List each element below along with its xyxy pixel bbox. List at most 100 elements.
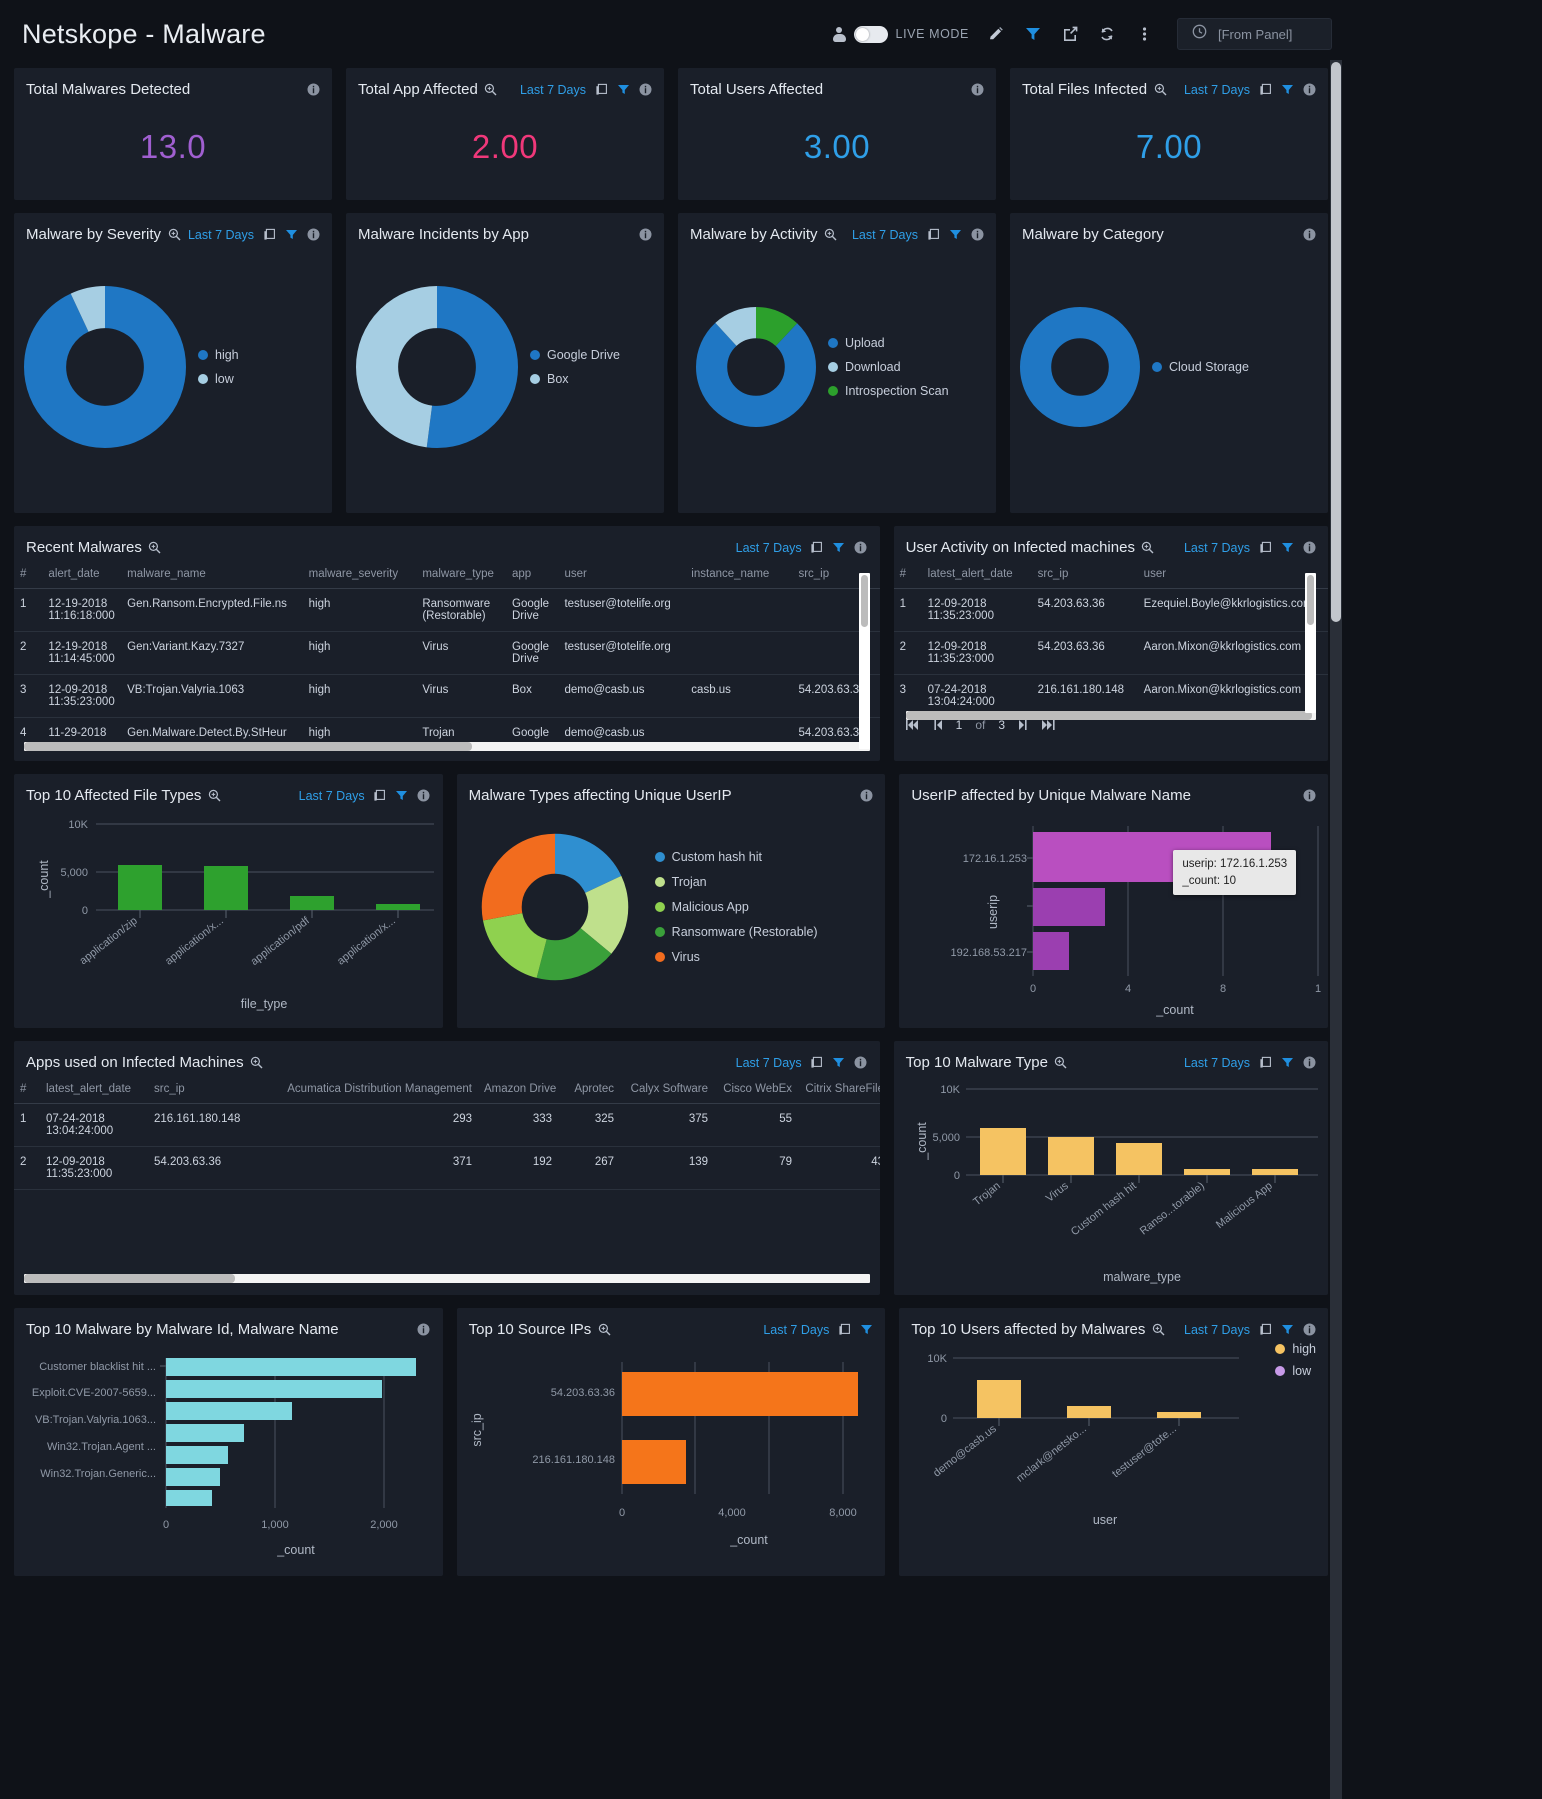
bar[interactable]: [376, 904, 420, 910]
search-icon[interactable]: [1153, 83, 1167, 97]
live-mode-control[interactable]: LIVE MODE: [832, 25, 969, 43]
legend-item[interactable]: Ransomware (Restorable): [654, 925, 818, 939]
filter-icon[interactable]: [1023, 24, 1043, 44]
info-icon[interactable]: [638, 228, 652, 242]
legend-item[interactable]: high: [1275, 1342, 1316, 1356]
table-row[interactable]: 2 12-09-2018 11:35:23:000 54.203.63.36 A…: [893, 631, 1328, 675]
th-acumatica[interactable]: Acumatica Distribution Management: [266, 1075, 478, 1104]
info-icon[interactable]: [417, 1323, 431, 1337]
info-icon[interactable]: [970, 83, 984, 97]
th-calyx[interactable]: Calyx Software: [620, 1075, 714, 1104]
bar[interactable]: [621, 1440, 686, 1484]
copy-icon[interactable]: [1258, 83, 1272, 97]
th-src-ip[interactable]: src_ip: [1031, 560, 1138, 589]
panel-time-range[interactable]: Last 7 Days: [299, 789, 365, 803]
copy-icon[interactable]: [810, 1056, 824, 1070]
panel-time-range[interactable]: Last 7 Days: [736, 1056, 802, 1070]
info-icon[interactable]: [970, 228, 984, 242]
info-icon[interactable]: [1302, 541, 1316, 555]
filter-icon[interactable]: [832, 541, 846, 555]
table-row[interactable]: 1 12-19-2018 11:16:18:000 Gen.Ransom.Enc…: [14, 588, 880, 632]
info-icon[interactable]: [1302, 1056, 1316, 1070]
filter-icon[interactable]: [1280, 1056, 1294, 1070]
bar[interactable]: [290, 896, 334, 910]
legend-item[interactable]: Custom hash hit: [654, 850, 818, 864]
copy-icon[interactable]: [1258, 1323, 1272, 1337]
bar[interactable]: [621, 1372, 858, 1416]
th-citrix-sharefile[interactable]: Citrix ShareFile: [798, 1075, 880, 1104]
th-malware-severity[interactable]: malware_severity: [302, 560, 417, 589]
table-row[interactable]: 2 12-19-2018 11:14:45:000 Gen:Variant.Ka…: [14, 631, 880, 675]
bar[interactable]: [166, 1468, 220, 1486]
time-range-picker[interactable]: [From Panel]: [1177, 18, 1332, 50]
recent-malwares-table-scroll[interactable]: # alert_date malware_name malware_severi…: [14, 560, 880, 740]
copy-icon[interactable]: [373, 789, 387, 803]
refresh-icon[interactable]: [1097, 24, 1117, 44]
legend-item[interactable]: low: [198, 372, 239, 386]
copy-icon[interactable]: [1258, 1056, 1272, 1070]
th-aprotec[interactable]: Aprotec: [558, 1075, 620, 1104]
bar[interactable]: [1033, 888, 1106, 926]
legend-item[interactable]: Malicious App: [654, 900, 818, 914]
legend-item[interactable]: low: [1275, 1364, 1316, 1378]
bar[interactable]: [1157, 1412, 1202, 1418]
user-activity-table-scroll[interactable]: # latest_alert_date src_ip user 1 12-09-…: [893, 560, 1328, 710]
info-icon[interactable]: [1302, 1323, 1316, 1337]
bar[interactable]: [1047, 1137, 1094, 1175]
bar[interactable]: [166, 1358, 416, 1376]
bar[interactable]: [204, 866, 248, 910]
panel-time-range[interactable]: Last 7 Days: [520, 83, 586, 97]
filter-icon[interactable]: [832, 1056, 846, 1070]
copy-icon[interactable]: [594, 83, 608, 97]
th-user[interactable]: user: [558, 560, 686, 589]
search-icon[interactable]: [148, 541, 162, 555]
legend-item[interactable]: Box: [530, 372, 620, 386]
copy-icon[interactable]: [810, 541, 824, 555]
th-index[interactable]: #: [14, 1075, 40, 1104]
copy-icon[interactable]: [262, 228, 276, 242]
page-scrollbar-thumb[interactable]: [1331, 62, 1341, 622]
panel-time-range[interactable]: Last 7 Days: [1184, 541, 1250, 555]
bar[interactable]: [166, 1424, 244, 1442]
filter-icon[interactable]: [284, 228, 298, 242]
search-icon[interactable]: [207, 789, 221, 803]
next-page-button[interactable]: [1018, 719, 1028, 731]
info-icon[interactable]: [854, 1056, 868, 1070]
search-icon[interactable]: [250, 1056, 264, 1070]
bar[interactable]: [1033, 932, 1070, 970]
recent-malwares-vscrollbar[interactable]: [858, 573, 870, 749]
info-icon[interactable]: [638, 83, 652, 97]
info-icon[interactable]: [854, 541, 868, 555]
edit-pencil-icon[interactable]: [986, 24, 1006, 44]
legend-item[interactable]: Upload: [828, 336, 949, 350]
copy-icon[interactable]: [837, 1323, 851, 1337]
filter-icon[interactable]: [948, 228, 962, 242]
bar[interactable]: [166, 1380, 382, 1398]
bar[interactable]: [979, 1128, 1026, 1175]
table-row[interactable]: 4 11-29-2018 Gen.Malware.Detect.By.StHeu…: [14, 717, 880, 740]
search-icon[interactable]: [597, 1323, 611, 1337]
search-icon[interactable]: [484, 83, 498, 97]
th-app[interactable]: app: [506, 560, 559, 589]
th-cisco-webex[interactable]: Cisco WebEx: [714, 1075, 798, 1104]
search-icon[interactable]: [824, 228, 838, 242]
prev-page-button[interactable]: [933, 719, 943, 731]
info-icon[interactable]: [1302, 228, 1316, 242]
th-index[interactable]: #: [893, 560, 922, 589]
panel-time-range[interactable]: Last 7 Days: [852, 228, 918, 242]
info-icon[interactable]: [417, 789, 431, 803]
th-malware-type[interactable]: malware_type: [416, 560, 506, 589]
th-src-ip[interactable]: src_ip: [148, 1075, 266, 1104]
panel-time-range[interactable]: Last 7 Days: [763, 1323, 829, 1337]
filter-icon[interactable]: [616, 83, 630, 97]
filter-icon[interactable]: [395, 789, 409, 803]
panel-time-range[interactable]: Last 7 Days: [1184, 1056, 1250, 1070]
th-instance-name[interactable]: instance_name: [685, 560, 793, 589]
apps-infected-hscrollbar[interactable]: [24, 1274, 870, 1283]
recent-malwares-hscrollbar[interactable]: [24, 742, 870, 751]
filter-icon[interactable]: [859, 1323, 873, 1337]
table-row[interactable]: 1 07-24-2018 13:04:24:000 216.161.180.14…: [14, 1103, 880, 1147]
more-vertical-icon[interactable]: [1134, 24, 1154, 44]
th-malware-name[interactable]: malware_name: [121, 560, 303, 589]
first-page-button[interactable]: [905, 719, 920, 731]
